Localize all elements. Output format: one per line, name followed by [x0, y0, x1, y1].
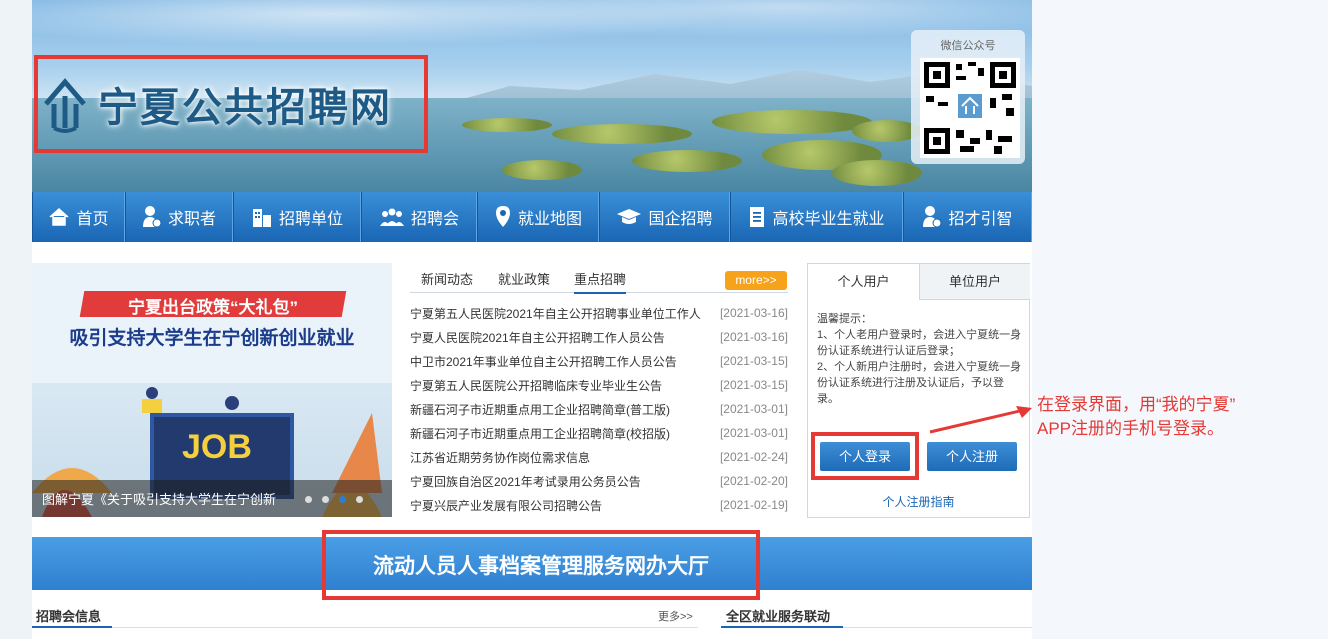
nav-item-label: 高校毕业生就业	[772, 211, 885, 228]
section-title-service-linkage: 全区就业服务联动	[726, 609, 831, 624]
nav-item-employer[interactable]: 招聘单位	[233, 192, 361, 242]
slider-dot[interactable]	[322, 496, 329, 503]
more-button[interactable]: more>>	[725, 271, 787, 290]
tab-company-user[interactable]: 单位用户	[919, 264, 1030, 300]
nav-item-label: 国企招聘	[648, 211, 713, 228]
tab-news[interactable]: 新闻动态	[421, 269, 473, 288]
nav-item-jobseeker[interactable]: 求职者	[125, 192, 233, 242]
slider-dot-active[interactable]	[339, 496, 346, 503]
right-background	[1032, 0, 1328, 639]
nav-item-label: 招才引智	[948, 211, 1013, 228]
personal-login-button[interactable]: 个人登录	[820, 442, 910, 471]
job-board-text: JOB	[182, 428, 252, 466]
slider-dot[interactable]	[356, 496, 363, 503]
list-item[interactable]: 宁夏人民医院2021年自主公开招聘工作人员公告 [2021-03-16]	[410, 325, 788, 349]
logo-icon	[44, 78, 86, 133]
home-icon	[49, 207, 69, 226]
list-item[interactable]: 江苏省近期劳务协作岗位需求信息 [2021-02-24]	[410, 445, 788, 469]
slide-headline: 宁夏出台政策“大礼包”	[128, 298, 298, 317]
nav-item-graduate-employment[interactable]: 高校毕业生就业	[730, 192, 903, 242]
main-nav: 首页 求职者 招聘单位 招聘会 就业地图 国企招聘 高校毕业生就业 招才引智	[32, 192, 1032, 242]
site-title: 宁夏公共招聘网	[98, 84, 392, 131]
nav-item-label: 首页	[76, 211, 109, 228]
annotation-line: 在登录界面，用“我的宁夏”	[1037, 395, 1236, 414]
job-fair-icon	[379, 208, 404, 226]
slide-subline: 吸引支持大学生在宁创新创业就业	[69, 328, 355, 349]
nav-item-job-fair[interactable]: 招聘会	[361, 192, 477, 242]
map-pin-icon	[495, 206, 510, 227]
slider-dots	[305, 496, 363, 503]
tab-personal-user[interactable]: 个人用户	[808, 264, 919, 300]
wechat-label: 微信公众号	[940, 40, 996, 52]
register-guide-link[interactable]: 个人注册指南	[808, 493, 1029, 510]
nav-item-home[interactable]: 首页	[32, 192, 125, 242]
login-tips: 温馨提示： 1、个人老用户登录时，会进入宁夏统一身份认证系统进行认证后登录； 2…	[817, 311, 1023, 407]
tip-item: 2、个人新用户注册时，会进入宁夏统一身份认证系统进行注册及认证后，予以登录。	[817, 361, 1022, 405]
annotation-arrow-icon	[929, 406, 1032, 434]
list-item[interactable]: 中卫市2021年事业单位自主公开招聘工作人员公告 [2021-03-15]	[410, 349, 788, 373]
nav-item-label: 招聘单位	[278, 211, 343, 228]
nav-item-job-map[interactable]: 就业地图	[477, 192, 599, 242]
tip-item: 1、个人老用户登录时，会进入宁夏统一身份认证系统进行认证后登录；	[817, 329, 1022, 357]
more-link[interactable]: 更多>>	[658, 608, 693, 624]
jobseeker-icon	[142, 206, 162, 228]
header-banner: 宁夏公共招聘网 微信公众号	[32, 0, 1032, 192]
tab-policy[interactable]: 就业政策	[498, 269, 550, 288]
company-icon	[252, 209, 271, 227]
document-icon	[750, 207, 765, 227]
list-item[interactable]: 宁夏回族自治区2021年考试录用公务员公告 [2021-02-20]	[410, 469, 788, 493]
list-item[interactable]: 宁夏第五人民医院公开招聘临床专业毕业生公告 [2021-03-15]	[410, 373, 788, 397]
news-panel: 新闻动态 就业政策 重点招聘 more>> 宁夏第五人民医院2021年自主公开招…	[410, 263, 788, 523]
list-item[interactable]: 新疆石河子市近期重点用工企业招聘简章(校招版) [2021-03-01]	[410, 421, 788, 445]
list-item[interactable]: 新疆石河子市近期重点用工企业招聘简章(普工版) [2021-03-01]	[410, 397, 788, 421]
nav-item-label: 就业地图	[517, 211, 582, 228]
qr-code-icon	[920, 58, 1020, 158]
archive-highlight-box	[322, 530, 760, 600]
news-tabs: 新闻动态 就业政策 重点招聘 more>>	[410, 263, 788, 294]
graduation-cap-icon	[617, 209, 642, 224]
tips-title: 温馨提示：	[817, 313, 872, 325]
list-item[interactable]: 宁夏第五人民医院2021年自主公开招聘事业单位工作人 [2021-03-16]	[410, 301, 788, 325]
login-tabs: 个人用户 单位用户	[808, 264, 1030, 300]
slide-caption[interactable]: 图解宁夏《关于吸引支持大学生在宁创新	[42, 489, 276, 508]
nav-item-label: 招聘会	[410, 211, 459, 228]
list-item[interactable]: 宁夏兴辰产业发展有限公司招聘公告 [2021-02-19]	[410, 493, 788, 517]
page: 宁夏公共招聘网 微信公众号 首页 求职者 招聘单位 招聘会 就业地图 国企招聘 …	[0, 0, 1328, 639]
site-container: 宁夏公共招聘网 微信公众号 首页 求职者 招聘单位 招聘会 就业地图 国企招聘 …	[32, 0, 1032, 639]
annotation-line: APP注册的手机号登录。	[1037, 419, 1225, 438]
talent-icon	[923, 206, 942, 228]
news-list: 宁夏第五人民医院2021年自主公开招聘事业单位工作人 [2021-03-16] 宁…	[410, 301, 788, 517]
section-title-job-fair: 招聘会信息	[36, 609, 102, 624]
slider-dot[interactable]	[305, 496, 312, 503]
nav-item-soe-recruit[interactable]: 国企招聘	[599, 192, 730, 242]
news-slider[interactable]: 宁夏出台政策“大礼包” 吸引支持大学生在宁创新创业就业 JOB	[32, 263, 392, 517]
login-panel: 个人用户 单位用户 温馨提示： 1、个人老用户登录时，会进入宁夏统一身份认证系统…	[807, 263, 1030, 518]
nav-item-talent[interactable]: 招才引智	[903, 192, 1032, 242]
annotation-note: 在登录界面，用“我的宁夏” APP注册的手机号登录。	[1037, 393, 1327, 441]
nav-item-label: 求职者	[167, 211, 216, 228]
wechat-qr-card: 微信公众号	[911, 30, 1025, 164]
tab-key-recruitment[interactable]: 重点招聘	[574, 269, 627, 294]
site-logo[interactable]: 宁夏公共招聘网	[34, 55, 428, 153]
personal-register-button[interactable]: 个人注册	[927, 442, 1017, 471]
